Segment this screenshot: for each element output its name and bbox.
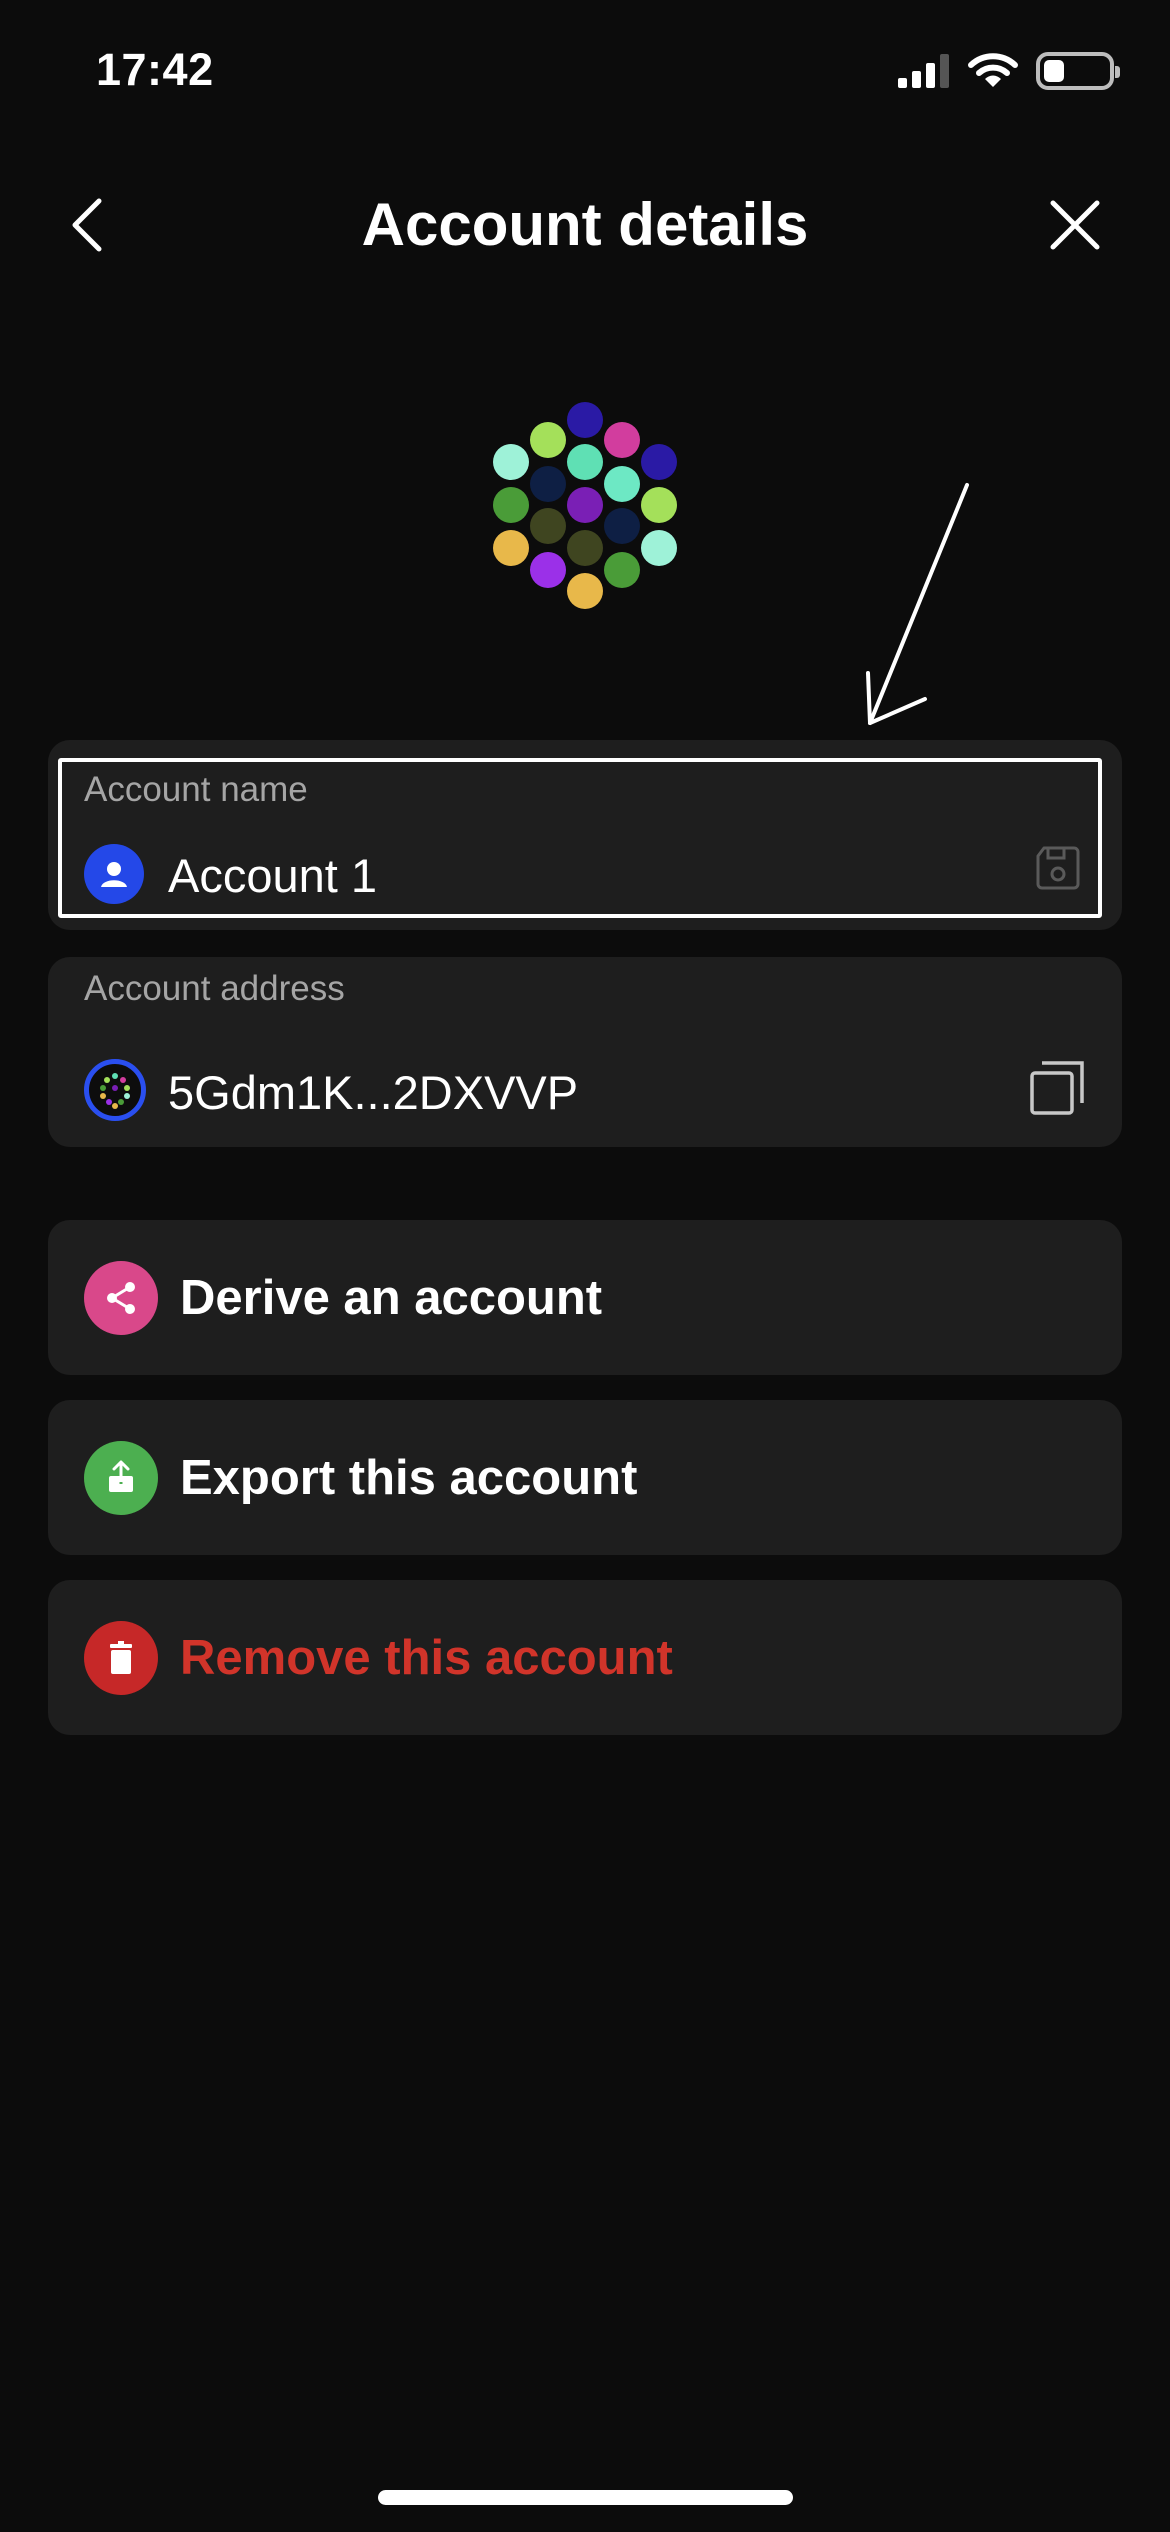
- account-identicon: [493, 402, 677, 609]
- account-address-label: Account address: [84, 969, 345, 1008]
- close-icon: [1050, 200, 1100, 250]
- trash-icon: [84, 1620, 158, 1695]
- annotation-arrow-icon: [866, 483, 969, 725]
- status-time: 17:42: [96, 44, 214, 95]
- remove-account-label: Remove this account: [180, 1630, 673, 1685]
- wifi-icon: [968, 53, 1018, 87]
- cellular-signal-icon: [898, 54, 949, 88]
- address-identicon-icon: [84, 1059, 146, 1121]
- account-address-value: 5Gdm1K...2DXVVP: [168, 1066, 579, 1119]
- derive-account-button[interactable]: Derive an account: [48, 1220, 1122, 1375]
- page-title: Account details: [361, 191, 809, 258]
- export-account-label: Export this account: [180, 1450, 638, 1505]
- remove-account-button[interactable]: Remove this account: [48, 1580, 1122, 1735]
- share-icon: [84, 1260, 158, 1335]
- home-indicator[interactable]: [378, 2490, 793, 2505]
- save-icon[interactable]: [1034, 844, 1082, 892]
- copy-icon[interactable]: [1028, 1059, 1086, 1117]
- account-name-input[interactable]: Account 1: [168, 848, 377, 903]
- status-icons: [898, 52, 1120, 90]
- account-address-card: Account address 5Gdm1K...2DXVVP: [48, 957, 1122, 1147]
- battery-icon: [1036, 52, 1120, 90]
- derive-account-label: Derive an account: [180, 1270, 603, 1325]
- close-button[interactable]: [1040, 190, 1110, 260]
- user-avatar-icon: [84, 844, 144, 904]
- account-name-label: Account name: [84, 770, 308, 809]
- export-account-button[interactable]: Export this account: [48, 1400, 1122, 1555]
- export-icon: [84, 1440, 158, 1515]
- account-name-card[interactable]: Account name Account 1: [48, 740, 1122, 930]
